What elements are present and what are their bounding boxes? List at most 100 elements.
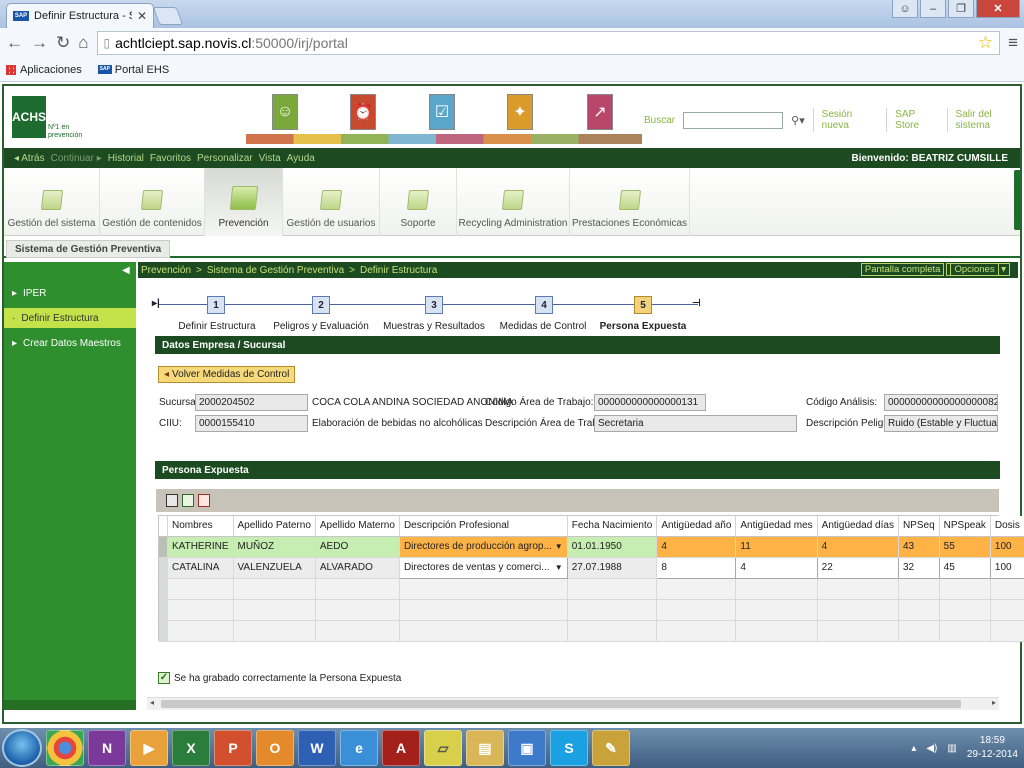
row-selector[interactable] xyxy=(159,557,168,579)
acrobat-icon[interactable]: A xyxy=(382,730,420,766)
powerpoint-icon[interactable]: P xyxy=(214,730,252,766)
internet-explorer-icon[interactable]: e xyxy=(340,730,378,766)
breadcrumb-item[interactable]: Definir Estructura xyxy=(360,265,437,276)
nav-gestion-sistema[interactable]: Gestión del sistema xyxy=(4,168,100,236)
cell-antiguedad-mes[interactable]: 4 xyxy=(735,556,818,579)
breadcrumb-item[interactable]: Sistema de Gestión Preventiva xyxy=(207,265,344,276)
remote-desktop-icon[interactable]: ▣ xyxy=(508,730,546,766)
scroll-left-icon[interactable]: ◂ xyxy=(150,698,154,707)
row-selector[interactable] xyxy=(159,536,168,558)
help-link[interactable]: Ayuda xyxy=(287,153,315,164)
col-header[interactable]: Fecha Nacimiento xyxy=(567,516,658,537)
chrome-icon[interactable] xyxy=(46,730,84,766)
file-explorer-icon[interactable]: ▤ xyxy=(466,730,504,766)
table-row[interactable]: CATALINA VALENZUELA ALVARADO Directores … xyxy=(159,556,1024,579)
nav-recycling[interactable]: Recycling Administration xyxy=(457,168,570,236)
horizontal-scrollbar[interactable]: ◂ ▸ xyxy=(147,697,999,710)
maximize-button[interactable]: ❐ xyxy=(948,0,974,18)
favorites-link[interactable]: Favoritos xyxy=(150,153,191,164)
roadmap-step-1[interactable]: 1 xyxy=(207,296,225,314)
col-header[interactable]: Antigüedad año xyxy=(656,516,737,537)
cell-npseq[interactable]: 43 xyxy=(898,536,940,558)
search-icon[interactable]: ⚲▾ xyxy=(791,114,805,127)
cell-npspeak[interactable]: 55 xyxy=(939,536,991,558)
logout-link[interactable]: Salir del sistema xyxy=(956,109,1024,131)
bookmark-portal-ehs[interactable]: SAP Portal EHS xyxy=(97,64,169,76)
scroll-right-icon[interactable]: ▸ xyxy=(992,698,996,707)
skype-icon[interactable]: S xyxy=(550,730,588,766)
excel-icon[interactable]: X xyxy=(172,730,210,766)
nav-prevencion[interactable]: Prevención xyxy=(205,168,283,236)
cell-antiguedad-mes[interactable]: 11 xyxy=(735,536,818,558)
sap-store-link[interactable]: SAP Store xyxy=(895,109,938,131)
col-header[interactable]: Nombres xyxy=(167,516,234,537)
col-header[interactable]: NPSeq xyxy=(898,516,940,537)
tab-sistema-gestion-preventiva[interactable]: Sistema de Gestión Preventiva xyxy=(6,240,171,258)
word-icon[interactable]: W xyxy=(298,730,336,766)
search-input[interactable] xyxy=(683,111,784,129)
ciiu-field[interactable]: 0000155410 xyxy=(195,415,308,432)
options-button[interactable]: Opciones ▾ xyxy=(946,263,1010,276)
home-icon[interactable]: ⌂ xyxy=(78,33,88,53)
col-header[interactable]: Descripción Profesional xyxy=(399,516,568,537)
cell-npseq[interactable]: 32 xyxy=(897,556,940,579)
file-manager-icon[interactable]: ✎ xyxy=(592,730,630,766)
cell-dosis[interactable]: 100 xyxy=(990,536,1024,558)
left-nav-crear-datos-maestros[interactable]: ▸ Crear Datos Maestros xyxy=(4,333,136,353)
breadcrumb-item[interactable]: Prevención xyxy=(141,265,191,276)
cell-antiguedad-anio[interactable]: 8 xyxy=(656,556,737,579)
cell-descripcion-profesional[interactable]: Directores de producción agrop... ▼ xyxy=(399,536,568,558)
reload-icon[interactable]: ↻ xyxy=(56,33,70,53)
personalize-link[interactable]: Personalizar xyxy=(197,153,253,164)
add-row-icon[interactable] xyxy=(182,494,194,507)
volume-icon[interactable]: ◀) xyxy=(926,743,937,754)
url-field[interactable]: ▯ achtlciept.sap.novis.cl:50000/irj/port… xyxy=(96,31,1001,55)
col-header[interactable]: Apellido Paterno xyxy=(233,516,316,537)
bookmark-apps[interactable]: Aplicaciones xyxy=(6,64,82,76)
nav-prestaciones[interactable]: Prestaciones Económicas xyxy=(570,168,690,236)
sucursal-field[interactable]: 2000204502 xyxy=(195,394,308,411)
col-header[interactable]: Antigüedad días xyxy=(817,516,899,537)
cell-dosis[interactable]: 100 xyxy=(989,556,1024,579)
nav-scroll-handle[interactable] xyxy=(1014,170,1022,230)
codigo-analisis-field[interactable]: 00000000000000000082 xyxy=(884,394,998,411)
delete-row-icon[interactable] xyxy=(198,494,210,507)
back-arrow-icon[interactable]: ← xyxy=(6,33,23,53)
minimize-button[interactable]: – xyxy=(920,0,946,18)
roadmap-step-3[interactable]: 3 xyxy=(425,296,443,314)
close-tab-icon[interactable]: ✕ xyxy=(137,9,147,23)
roadmap-step-5[interactable]: 5 xyxy=(634,296,652,314)
cell-npspeak[interactable]: 45 xyxy=(938,556,991,579)
bookmark-star-icon[interactable]: ☆ xyxy=(978,33,993,53)
roadmap-step-2[interactable]: 2 xyxy=(312,296,330,314)
onenote-icon[interactable]: N xyxy=(88,730,126,766)
view-link[interactable]: Vista xyxy=(259,153,281,164)
cell-antiguedad-anio[interactable]: 4 xyxy=(656,536,737,558)
desc-peligro-field[interactable]: Ruido (Estable y Fluctuante) xyxy=(884,415,998,432)
user-icon[interactable]: ☺ xyxy=(892,0,918,18)
clock[interactable]: 18:59 29-12-2014 xyxy=(967,734,1018,762)
left-nav-definir-estructura[interactable]: · Definir Estructura xyxy=(4,308,136,328)
cell-descripcion-profesional[interactable]: Directores de ventas y comerci... ▼ xyxy=(398,556,568,579)
codigo-area-field[interactable]: 000000000000000131 xyxy=(594,394,706,411)
row-selector-header[interactable] xyxy=(159,516,168,537)
cell-antiguedad-dias[interactable]: 4 xyxy=(817,536,899,558)
nav-soporte[interactable]: Soporte xyxy=(380,168,457,236)
forward-arrow-icon[interactable]: → xyxy=(31,33,48,53)
sticky-notes-icon[interactable]: ▱ xyxy=(424,730,462,766)
fullscreen-button[interactable]: Pantalla completa xyxy=(860,263,945,276)
new-session-link[interactable]: Sesión nueva xyxy=(822,109,879,131)
nav-gestion-contenidos[interactable]: Gestión de contenidos xyxy=(100,168,205,236)
start-button[interactable] xyxy=(2,729,42,767)
col-header[interactable]: Apellido Materno xyxy=(315,516,400,537)
browser-tab[interactable]: SAP Definir Estructura - SAP N ✕ xyxy=(6,3,154,28)
network-icon[interactable]: ▥ xyxy=(947,743,956,754)
back-to-control-measures-button[interactable]: ◂ Volver Medidas de Control xyxy=(158,366,296,383)
scroll-thumb[interactable] xyxy=(161,700,961,708)
tray-expand-icon[interactable]: ▴ xyxy=(911,743,916,754)
forward-link[interactable]: Continuar ▸ xyxy=(51,153,102,164)
table-row[interactable]: KATHERINE MUÑOZ AEDO Directores de produ… xyxy=(159,536,1024,558)
history-link[interactable]: Historial xyxy=(108,153,144,164)
dropdown-arrow-icon[interactable]: ▼ xyxy=(555,563,563,572)
save-icon[interactable] xyxy=(166,494,178,507)
